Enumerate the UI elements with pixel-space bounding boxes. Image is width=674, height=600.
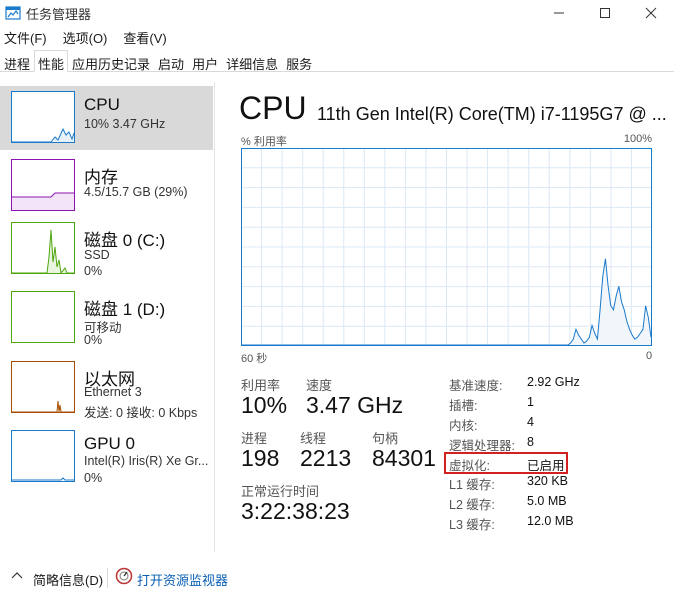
- cores-label: 内核:: [449, 419, 478, 433]
- tab-users[interactable]: 用户: [188, 50, 222, 72]
- disk1-thumbnail-graph: [11, 291, 75, 343]
- task-manager-icon: [5, 6, 21, 20]
- handles-value: 84301: [372, 445, 436, 471]
- page-title: CPU: [239, 90, 307, 126]
- cpu-detail-panel: CPU 11th Gen Intel(R) Core(TM) i7-1195G7…: [225, 82, 674, 552]
- threads-value: 2213: [300, 445, 352, 471]
- graph-axis-left: 60 秒: [241, 353, 268, 365]
- sidebar-item-disk1[interactable]: 磁盘 1 (D:) 可移动 0%: [0, 286, 213, 350]
- minimize-button[interactable]: [536, 0, 582, 26]
- menu-file[interactable]: 文件(F): [0, 26, 51, 48]
- sidebar-item-sub2: 发送: 0 接收: 0 Kbps: [84, 406, 198, 420]
- graph-label-max: 100%: [623, 133, 652, 145]
- sidebar-item-sub2: 0%: [84, 333, 103, 347]
- cpu-thumbnail-graph: [11, 91, 75, 143]
- graph-label-utilization: % 利用率: [241, 136, 287, 148]
- tab-services[interactable]: 服务: [282, 50, 316, 72]
- close-button[interactable]: [628, 0, 674, 26]
- window-title: 任务管理器: [26, 7, 92, 22]
- tab-processes[interactable]: 进程: [0, 50, 34, 72]
- close-icon: [645, 7, 657, 19]
- resource-monitor-icon[interactable]: [115, 567, 133, 585]
- tab-performance[interactable]: 性能: [34, 50, 69, 72]
- l1-cache-label: L1 缓存:: [449, 478, 495, 492]
- tab-app-history[interactable]: 应用历史记录: [68, 50, 154, 72]
- logical-processors-value: 8: [527, 435, 534, 449]
- sidebar-item-sub2: 0%: [84, 264, 103, 278]
- sidebar-item-sub2: 0%: [84, 471, 103, 485]
- sidebar-item-sub: Ethernet 3: [84, 385, 142, 399]
- fewer-details-button[interactable]: 简略信息(D): [33, 570, 103, 589]
- footer-bar: 简略信息(D) 打开资源监视器: [0, 560, 674, 596]
- open-resource-monitor-link[interactable]: 打开资源监视器: [137, 570, 228, 589]
- sockets-value: 1: [527, 395, 534, 409]
- footer-divider: [107, 568, 108, 588]
- l2-cache-value: 5.0 MB: [527, 494, 567, 508]
- speed-value: 3.47 GHz: [306, 392, 404, 418]
- sidebar-item-sub: 4.5/15.7 GB (29%): [84, 185, 188, 199]
- l1-cache-value: 320 KB: [527, 474, 569, 488]
- menu-options[interactable]: 选项(O): [59, 26, 112, 48]
- sidebar-item-cpu[interactable]: CPU 10% 3.47 GHz: [0, 86, 213, 150]
- sidebar-item-disk0[interactable]: 磁盘 0 (C:) SSD 0%: [0, 217, 213, 281]
- maximize-icon: [600, 8, 610, 18]
- tab-details[interactable]: 详细信息: [222, 50, 282, 72]
- disk0-thumbnail-graph: [11, 222, 75, 274]
- sidebar-item-title: GPU 0: [84, 434, 136, 453]
- memory-thumbnail-graph: [11, 159, 75, 211]
- cpu-model-name: 11th Gen Intel(R) Core(TM) i7-1195G7 @ .…: [317, 104, 667, 124]
- sidebar-item-sub: Intel(R) Iris(R) Xe Gr...: [84, 454, 209, 468]
- cpu-utilization-graph: [241, 148, 652, 346]
- cores-value: 4: [527, 415, 534, 429]
- title-bar: 任务管理器: [0, 0, 674, 26]
- chevron-up-icon[interactable]: [10, 569, 24, 581]
- gpu-thumbnail-graph: [11, 430, 75, 482]
- sidebar-item-ethernet[interactable]: 以太网 Ethernet 3 发送: 0 接收: 0 Kbps: [0, 356, 213, 420]
- maximize-button[interactable]: [582, 0, 628, 26]
- resource-sidebar: CPU 10% 3.47 GHz 内存 4.5/15.7 GB (29%) 磁盘…: [0, 82, 215, 552]
- graph-axis-right: 0: [646, 350, 653, 362]
- l2-cache-label: L2 缓存:: [449, 498, 495, 512]
- sockets-label: 插槽:: [449, 399, 478, 413]
- menu-view[interactable]: 查看(V): [119, 26, 170, 48]
- sidebar-item-sub: SSD: [84, 248, 110, 262]
- tab-startup[interactable]: 启动: [154, 50, 188, 72]
- sidebar-item-title: CPU: [84, 95, 120, 114]
- tab-bar: 进程 性能 应用历史记录 启动 用户 详细信息 服务: [0, 50, 674, 72]
- minimize-icon: [554, 12, 564, 14]
- menu-bar: 文件(F) 选项(O) 查看(V): [0, 26, 179, 48]
- l3-cache-value: 12.0 MB: [527, 514, 574, 528]
- sidebar-item-memory[interactable]: 内存 4.5/15.7 GB (29%): [0, 154, 213, 218]
- sidebar-item-gpu[interactable]: GPU 0 Intel(R) Iris(R) Xe Gr... 0%: [0, 425, 213, 489]
- sidebar-item-sub: 10% 3.47 GHz: [84, 117, 166, 131]
- uptime-value: 3:22:38:23: [241, 498, 350, 524]
- utilization-value: 10%: [241, 392, 288, 418]
- l3-cache-label: L3 缓存:: [449, 518, 495, 532]
- ethernet-thumbnail-graph: [11, 361, 75, 413]
- base-speed-value: 2.92 GHz: [527, 375, 580, 389]
- processes-value: 198: [241, 445, 280, 471]
- base-speed-label: 基准速度:: [449, 379, 503, 393]
- virtualization-highlight-box: [444, 452, 568, 474]
